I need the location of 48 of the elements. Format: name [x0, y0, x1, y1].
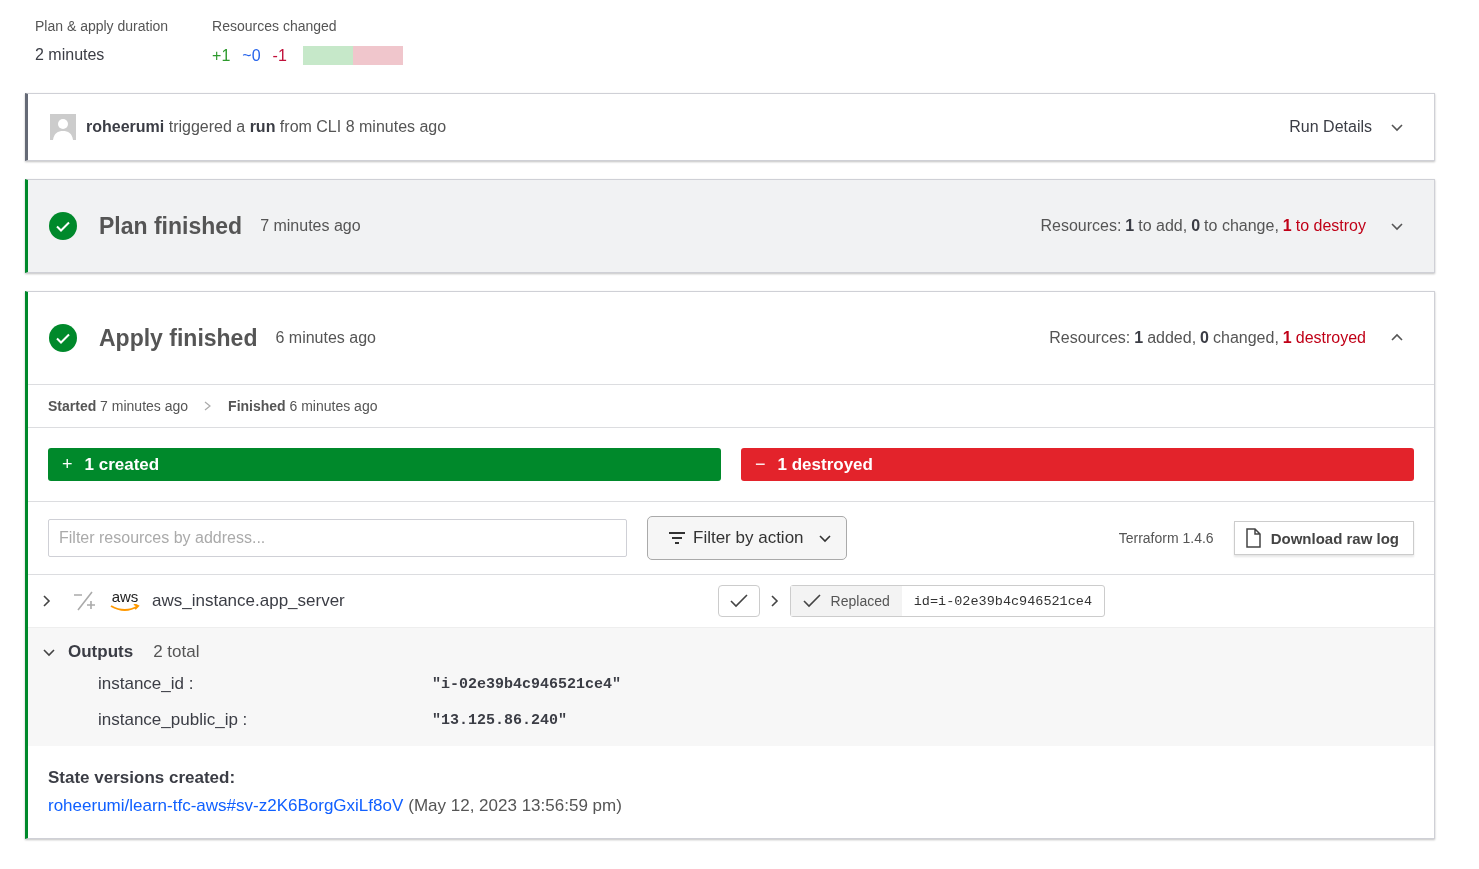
- run-details-button[interactable]: Run Details: [1289, 114, 1404, 140]
- duration-value: 2 minutes: [35, 46, 106, 64]
- finished-time: Finished 6 minutes ago: [228, 398, 378, 414]
- phase-title: Plan finished: [99, 212, 243, 240]
- outputs-label: Outputs: [68, 642, 134, 662]
- document-icon: [1244, 528, 1261, 548]
- phase-title: Apply finished: [99, 324, 258, 352]
- phase-time: 6 minutes ago: [275, 329, 376, 347]
- check-button[interactable]: [717, 585, 760, 617]
- resource-address: aws_instance.app_server: [152, 591, 345, 611]
- checkmark-icon: [729, 594, 748, 608]
- state-version-date: (May 12, 2023 13:56:59 pm): [408, 796, 622, 816]
- resources-summary: Resources: 1 added, 0 changed, 1 destroyed: [1049, 329, 1367, 347]
- state-versions-label: State versions created:: [48, 768, 237, 788]
- resource-id: id=i-02e39b4c946521ce4: [912, 592, 1093, 611]
- outputs-total: 2 total: [153, 642, 200, 662]
- resources-summary: Resources: 1 to add, 0 to change, 1 to destroy: [1040, 217, 1367, 235]
- output-key: instance_public_ip :: [98, 710, 432, 730]
- trigger-text: roheerumi triggered a run from CLI 8 minutes ago: [86, 118, 447, 136]
- replace-icon: [72, 590, 96, 612]
- provider-logo: aws: [110, 590, 140, 612]
- download-raw-log-button[interactable]: Download raw log: [1233, 521, 1414, 555]
- output-value: "13.125.86.240": [432, 711, 568, 729]
- chevron-right-icon[interactable]: [42, 594, 52, 608]
- success-check-icon: [49, 324, 77, 352]
- avatar-icon: [50, 114, 76, 140]
- output-value: "i-02e39b4c946521ce4": [432, 675, 622, 693]
- chevron-right-icon: [769, 594, 780, 608]
- state-version-link[interactable]: roheerumi/learn-tfc-aws#sv-z2K6BorgGxiLf8oV: [48, 796, 404, 816]
- changed-count: ~0: [242, 46, 261, 65]
- added-count: +1: [212, 46, 231, 65]
- change-total-bar: − 1 destroyed: [741, 448, 1414, 481]
- resources-changed-label: Resources changed: [212, 18, 338, 34]
- destroyed-count: -1: [272, 46, 287, 65]
- filter-input[interactable]: Filter resources by address...: [48, 519, 627, 557]
- filter-by-action-button[interactable]: Filter by action: [647, 516, 847, 560]
- status-label: Replaced: [830, 593, 890, 609]
- started-time: Started 7 minutes ago: [48, 398, 189, 414]
- added-bar: [302, 46, 353, 65]
- filter-icon: [668, 531, 686, 545]
- destroyed-bar: [352, 46, 403, 65]
- success-check-icon: [49, 212, 77, 240]
- output-key: instance_id :: [98, 674, 432, 694]
- duration-label: Plan & apply duration: [35, 18, 169, 34]
- terraform-version: Terraform 1.4.6: [1118, 530, 1214, 546]
- checkmark-icon: [802, 594, 821, 608]
- change-total-bar: + 1 created: [48, 448, 721, 481]
- phase-time: 7 minutes ago: [260, 217, 361, 235]
